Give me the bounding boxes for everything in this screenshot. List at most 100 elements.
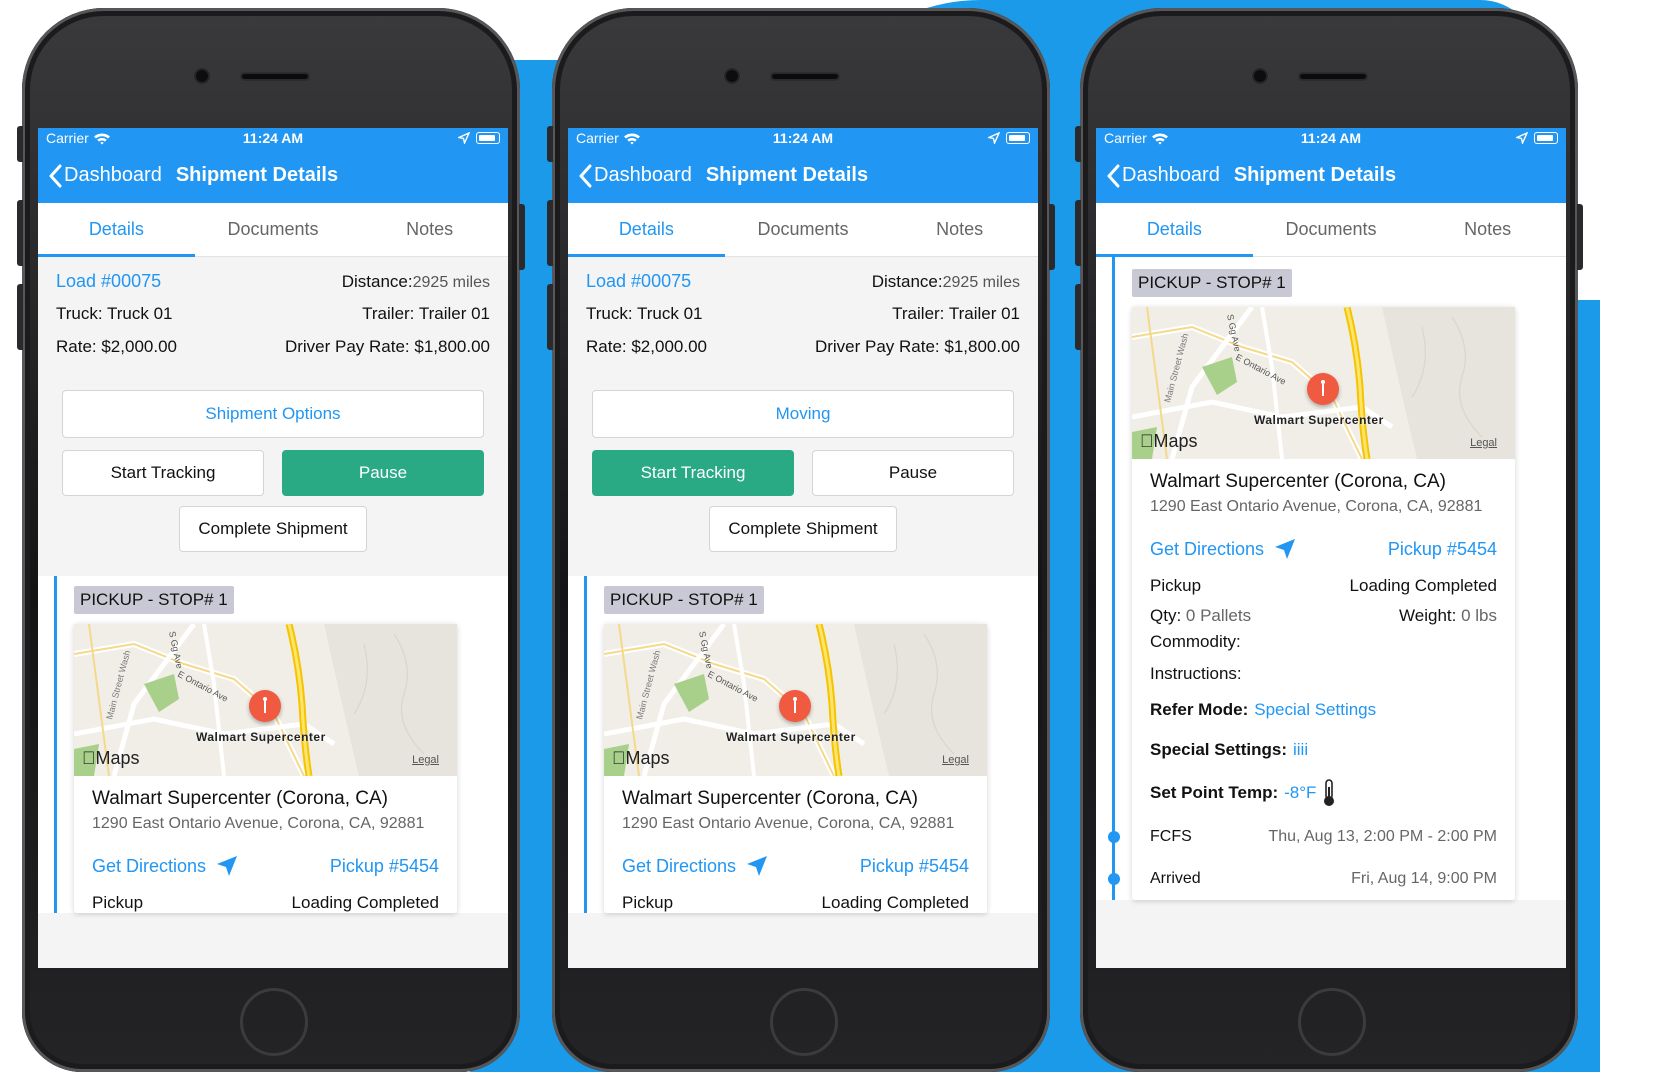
- map-legal-link[interactable]: Legal: [942, 754, 969, 766]
- get-directions-link[interactable]: Get Directions: [1150, 538, 1296, 560]
- screen-content: PICKUP - STOP# 1 Main Street Wash E Onta…: [1096, 257, 1566, 900]
- get-directions-label: Get Directions: [92, 855, 207, 876]
- volume-down-button[interactable]: [547, 284, 553, 350]
- map-legal-link[interactable]: Legal: [412, 754, 439, 766]
- shipment-summary: Load #00075 Distance:2925 miles Truck: T…: [38, 257, 508, 370]
- refer-mode-label: Refer Mode:: [1150, 700, 1249, 719]
- tab-details[interactable]: Details: [1096, 203, 1253, 257]
- stop-state: Loading Completed: [1349, 576, 1497, 595]
- stop-map[interactable]: Main Street Wash E Ontario Ave S Gg Ave …: [1132, 307, 1515, 459]
- pause-button[interactable]: Pause: [282, 450, 484, 496]
- home-button[interactable]: [770, 988, 838, 1056]
- pause-button[interactable]: Pause: [812, 450, 1014, 496]
- weight-label: Weight:: [1399, 606, 1457, 625]
- get-directions-link[interactable]: Get Directions: [622, 855, 768, 877]
- tab-documents[interactable]: Documents: [1253, 203, 1410, 256]
- page-title: Shipment Details: [175, 164, 339, 186]
- get-directions-link[interactable]: Get Directions: [92, 855, 238, 877]
- front-camera: [196, 70, 208, 82]
- shipment-summary: Load #00075 Distance:2925 miles Truck: T…: [568, 257, 1038, 370]
- back-button[interactable]: Dashboard: [1106, 164, 1220, 188]
- chevron-left-icon: [1107, 164, 1120, 187]
- stop-card: Main Street Wash E Ontario Ave S Gg Ave …: [604, 624, 987, 913]
- power-button[interactable]: [1577, 204, 1583, 270]
- tab-notes[interactable]: Notes: [351, 203, 508, 256]
- stop-map[interactable]: Main Street Wash E Ontario Ave S Gg Ave …: [604, 624, 987, 776]
- map-place-label: Walmart Supercenter: [196, 730, 326, 744]
- back-button[interactable]: Dashboard: [48, 164, 162, 188]
- refer-mode-value[interactable]: Special Settings: [1254, 700, 1376, 720]
- home-button[interactable]: [240, 988, 308, 1056]
- pickup-number-link[interactable]: Pickup #5454: [1388, 539, 1497, 560]
- chevron-left-icon: [49, 164, 62, 187]
- tab-details[interactable]: Details: [38, 203, 195, 257]
- battery-icon: [1534, 132, 1558, 144]
- phone-2: Carrier 11:24 AM Dashboard Shipment Deta…: [547, 8, 1055, 1072]
- pickup-number-link[interactable]: Pickup #5454: [860, 856, 969, 877]
- maps-brand: Maps: [1140, 431, 1198, 452]
- map-legal-link[interactable]: Legal: [1470, 437, 1497, 449]
- truck: Truck: Truck 01: [586, 304, 703, 323]
- tab-documents[interactable]: Documents: [725, 203, 882, 256]
- stops-timeline: PICKUP - STOP# 1 Main Street Wash E Onta…: [38, 576, 508, 913]
- trailer: Trailer: Trailer 01: [892, 304, 1020, 323]
- mute-switch[interactable]: [17, 126, 23, 162]
- tab-details[interactable]: Details: [568, 203, 725, 257]
- set-point-temp-label: Set Point Temp:: [1150, 783, 1279, 802]
- mute-switch[interactable]: [1075, 126, 1081, 162]
- arrived-label: Arrived: [1150, 870, 1201, 887]
- tab-notes[interactable]: Notes: [881, 203, 1038, 256]
- tab-documents[interactable]: Documents: [195, 203, 352, 256]
- location-pin-icon[interactable]: [1307, 373, 1339, 405]
- weight: Weight: 0 lbs: [1399, 606, 1497, 626]
- mute-switch[interactable]: [547, 126, 553, 162]
- stop-card: Main Street Wash E Ontario Ave S Gg Ave …: [74, 624, 457, 913]
- place-name: Walmart Supercenter (Corona, CA): [622, 788, 919, 809]
- back-button[interactable]: Dashboard: [578, 164, 692, 188]
- stop-state: Loading Completed: [291, 893, 439, 912]
- volume-up-button[interactable]: [547, 200, 553, 266]
- earpiece-speaker: [772, 74, 838, 79]
- power-button[interactable]: [1049, 204, 1055, 270]
- commodity-label: Commodity:: [1150, 632, 1241, 651]
- volume-down-button[interactable]: [17, 284, 23, 350]
- screen-content: Load #00075 Distance:2925 miles Truck: T…: [568, 257, 1038, 913]
- status-bar: Carrier 11:24 AM: [38, 128, 508, 148]
- load-link[interactable]: Load #00075: [586, 271, 691, 292]
- power-button[interactable]: [519, 204, 525, 270]
- stop-map[interactable]: Main Street Wash E Ontario Ave S Gg Ave …: [74, 624, 457, 776]
- complete-shipment-button[interactable]: Complete Shipment: [179, 506, 367, 552]
- stop-type: Pickup: [622, 893, 674, 912]
- rate: Rate: $2,000.00: [56, 337, 177, 356]
- location-pin-icon[interactable]: [779, 690, 811, 722]
- stop-tag: PICKUP - STOP# 1: [1132, 269, 1292, 297]
- directions-row: Get Directions Pickup #5454: [1150, 538, 1497, 560]
- shipment-options-button[interactable]: Moving: [592, 390, 1014, 438]
- pickup-number-link[interactable]: Pickup #5454: [330, 856, 439, 877]
- complete-shipment-button[interactable]: Complete Shipment: [709, 506, 897, 552]
- volume-up-button[interactable]: [17, 200, 23, 266]
- tab-notes[interactable]: Notes: [1409, 203, 1566, 256]
- volume-up-button[interactable]: [1075, 200, 1081, 266]
- status-bar: Carrier 11:24 AM: [568, 128, 1038, 148]
- start-tracking-button[interactable]: Start Tracking: [592, 450, 794, 496]
- special-settings-label: Special Settings:: [1150, 740, 1287, 759]
- shipment-options-button[interactable]: Shipment Options: [62, 390, 484, 438]
- page-title: Shipment Details: [705, 164, 869, 186]
- distance-label: Distance:: [871, 272, 943, 291]
- start-tracking-button[interactable]: Start Tracking: [62, 450, 264, 496]
- summary-row: Load #00075 Distance:2925 miles: [586, 271, 1020, 304]
- volume-down-button[interactable]: [1075, 284, 1081, 350]
- summary-row: Truck: Truck 01 Trailer: Trailer 01: [586, 304, 1020, 337]
- back-label: Dashboard: [1122, 164, 1220, 186]
- get-directions-label: Get Directions: [1150, 538, 1265, 559]
- marketing-stage: Carrier 11:24 AM Dashboard Shipment Deta…: [0, 0, 1677, 1072]
- maps-brand-label: Maps: [82, 748, 140, 768]
- stop-type: Pickup: [92, 893, 144, 912]
- home-button[interactable]: [1298, 988, 1366, 1056]
- load-link[interactable]: Load #00075: [56, 271, 161, 292]
- location-pin-icon[interactable]: [249, 690, 281, 722]
- front-camera: [1254, 70, 1266, 82]
- page-title: Shipment Details: [1233, 164, 1397, 186]
- back-label: Dashboard: [594, 164, 692, 186]
